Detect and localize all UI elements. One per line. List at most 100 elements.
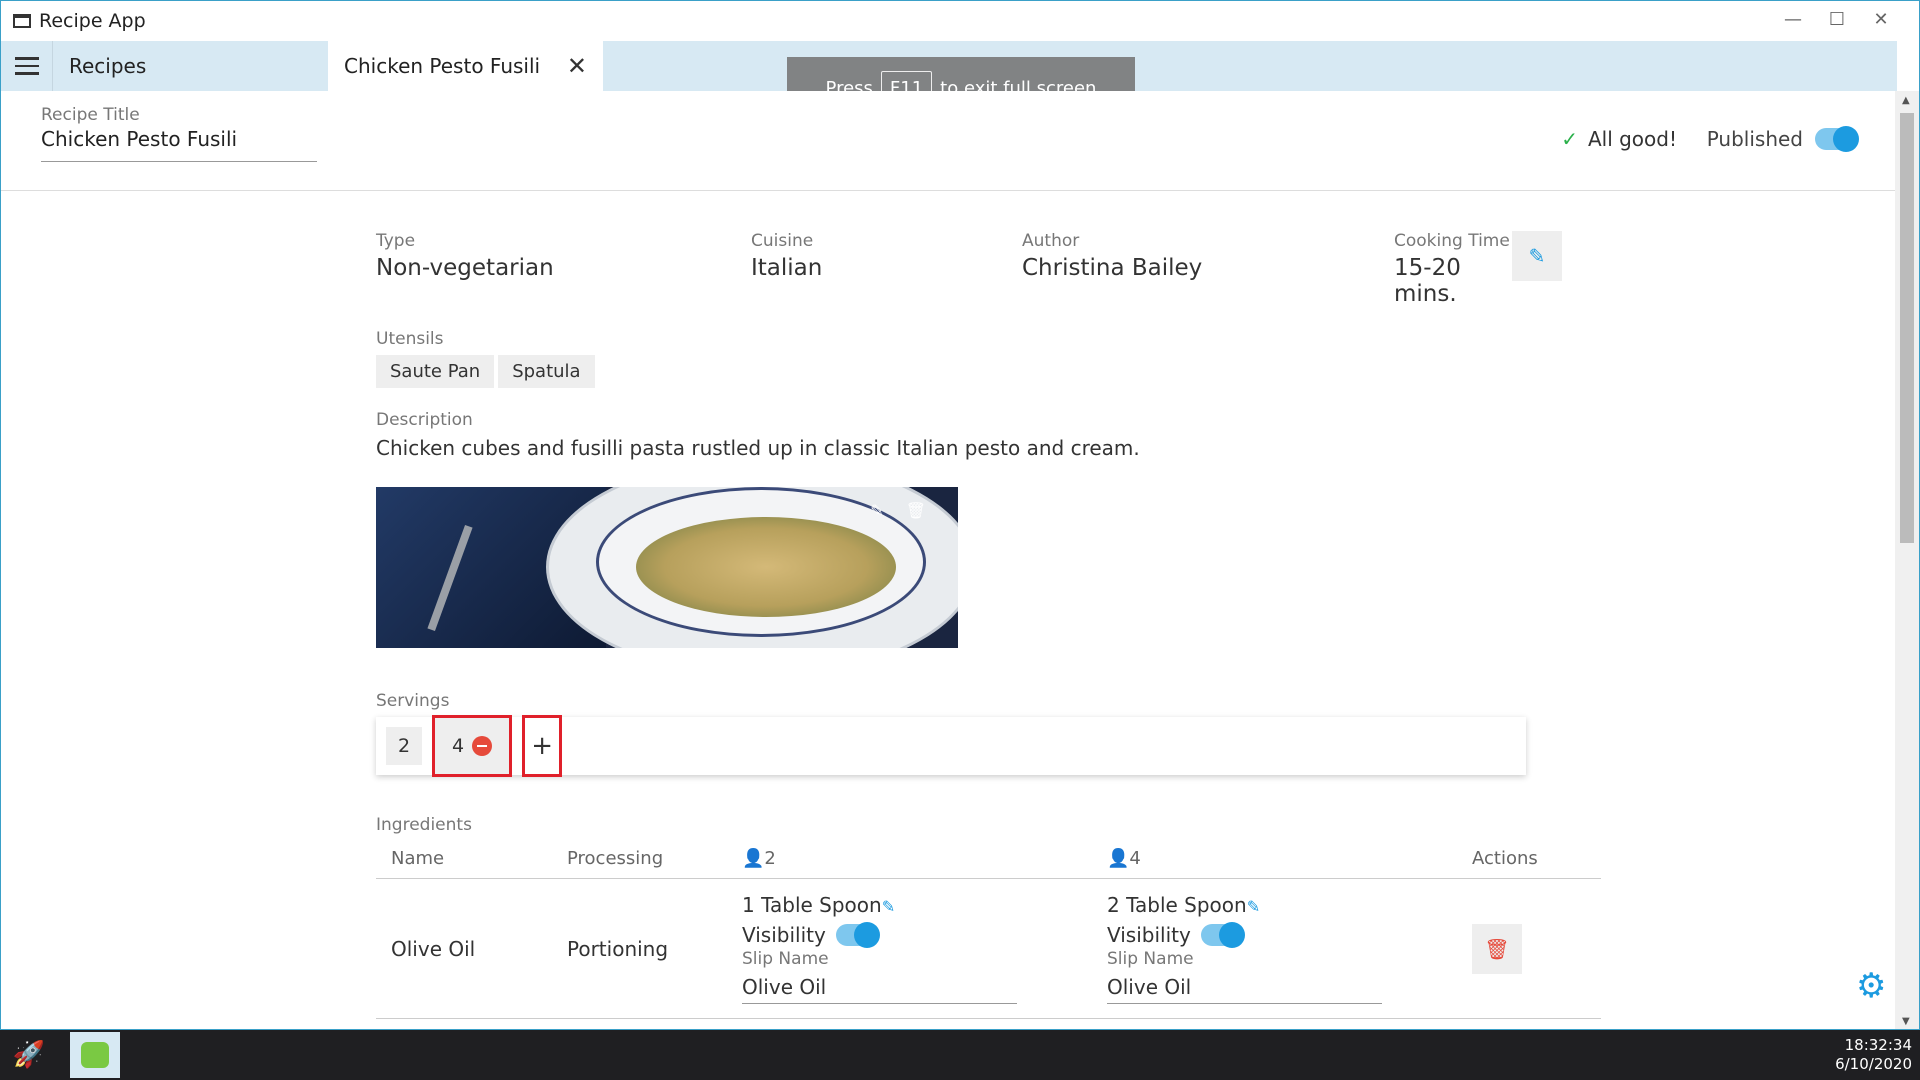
author-label: Author bbox=[1022, 231, 1080, 251]
visibility-2: Visibility bbox=[742, 922, 1107, 948]
slip-name-input[interactable]: Olive Oil bbox=[742, 975, 1017, 1004]
description-section: Description Chicken cubes and fusilli pa… bbox=[376, 410, 1606, 460]
pencil-icon: ✎ bbox=[1528, 244, 1546, 268]
amount-2[interactable]: 1 Table Spoon✎ bbox=[742, 893, 1107, 917]
utensils-section: Utensils Saute Pan Spatula bbox=[376, 329, 1606, 388]
col-name: Name bbox=[391, 848, 445, 869]
window-icon bbox=[13, 14, 31, 28]
visibility-4: Visibility bbox=[1107, 922, 1472, 948]
app-window: Recipe App — ☐ ✕ Recipes Chicken Pesto F… bbox=[0, 0, 1920, 1030]
published-toggle[interactable] bbox=[1815, 126, 1859, 152]
clock-date: 6/10/2020 bbox=[1835, 1055, 1912, 1073]
pasta-image bbox=[636, 517, 896, 617]
close-window-icon[interactable]: ✕ bbox=[1859, 9, 1903, 30]
recipe-title-label: Recipe Title bbox=[41, 105, 140, 125]
author-field: Author Christina Bailey bbox=[1022, 231, 1394, 307]
ingredients-label: Ingredients bbox=[376, 815, 472, 835]
utensil-chip: Spatula bbox=[498, 355, 595, 388]
description-label: Description bbox=[376, 410, 473, 430]
vertical-scrollbar[interactable]: ▲ ▼ bbox=[1895, 91, 1919, 1029]
cooking-time-field: Cooking Time 15-20 mins. bbox=[1394, 231, 1514, 307]
window-title: Recipe App bbox=[39, 10, 146, 32]
ingredient-processing: Portioning bbox=[567, 936, 669, 961]
cooking-time-label: Cooking Time bbox=[1394, 231, 1510, 251]
tab-recipes[interactable]: Recipes bbox=[53, 41, 328, 91]
scroll-up-icon[interactable]: ▲ bbox=[1902, 95, 1910, 106]
servings-2-cell: 1 Table Spoon✎ Visibility Slip Name Oliv… bbox=[742, 893, 1107, 1004]
tab-recipe-detail[interactable]: Chicken Pesto Fusili ✕ bbox=[328, 41, 603, 91]
pencil-icon[interactable]: ✎ bbox=[882, 897, 895, 916]
cooking-time-value: 15-20 mins. bbox=[1394, 255, 1461, 307]
table-row: Olive Oil Portioning 1 Table Spoon✎ Visi… bbox=[376, 879, 1601, 1019]
col-servings-2: 👤2 bbox=[742, 848, 1107, 869]
recipe-photo: ✎ 🗑 bbox=[376, 487, 958, 648]
recipe-header: Recipe Title Chicken Pesto Fusili ✓ All … bbox=[1, 91, 1897, 191]
utensil-chip: Saute Pan bbox=[376, 355, 495, 388]
cuisine-label: Cuisine bbox=[751, 231, 814, 251]
visibility-toggle[interactable] bbox=[835, 922, 880, 948]
remove-serving-icon[interactable] bbox=[472, 736, 493, 756]
col-processing: Processing bbox=[567, 848, 664, 869]
serving-chip-4-label: 4 bbox=[452, 735, 465, 757]
tab-recipe-detail-label: Chicken Pesto Fusili bbox=[344, 54, 541, 78]
slip-name-input[interactable]: Olive Oil bbox=[1107, 975, 1382, 1004]
app-icon bbox=[81, 1042, 109, 1068]
check-icon: ✓ bbox=[1561, 127, 1578, 151]
slip-name-label: Slip Name bbox=[1107, 949, 1194, 969]
published-label: Published bbox=[1706, 127, 1803, 151]
description-text: Chicken cubes and fusilli pasta rustled … bbox=[376, 436, 1140, 460]
edit-details-button[interactable]: ✎ bbox=[1512, 231, 1562, 281]
person-icon: 👤 bbox=[742, 848, 765, 869]
maximize-icon[interactable]: ☐ bbox=[1815, 9, 1859, 30]
clock: 18:32:34 6/10/2020 bbox=[1835, 1036, 1912, 1074]
col-servings-2-label: 2 bbox=[764, 848, 776, 869]
title-bar: Recipe App bbox=[1, 1, 1919, 41]
col-actions: Actions bbox=[1472, 848, 1538, 869]
amount-2-label: 1 Table Spoon bbox=[742, 893, 882, 917]
pencil-icon[interactable]: ✎ bbox=[1247, 897, 1260, 916]
col-servings-4: 👤4 bbox=[1107, 848, 1472, 869]
delete-ingredient-button[interactable]: 🗑 bbox=[1472, 923, 1522, 974]
ingredients-section: Ingredients Name Processing 👤2 👤4 Action… bbox=[376, 815, 1601, 1019]
visibility-toggle[interactable] bbox=[1200, 922, 1245, 948]
rocket-icon[interactable]: 🚀 bbox=[0, 1040, 58, 1070]
person-icon: 👤 bbox=[1107, 848, 1130, 869]
serving-chip-2[interactable]: 2 bbox=[386, 727, 423, 765]
visibility-2-label: Visibility bbox=[742, 923, 826, 947]
validation-status: ✓ All good! bbox=[1561, 127, 1677, 151]
close-tab-icon[interactable]: ✕ bbox=[567, 52, 587, 80]
ingredient-name: Olive Oil bbox=[391, 936, 476, 961]
delete-photo-icon[interactable]: 🗑 bbox=[906, 501, 926, 520]
visibility-4-label: Visibility bbox=[1107, 923, 1191, 947]
hamburger-menu-icon[interactable] bbox=[1, 41, 53, 91]
tab-recipes-label: Recipes bbox=[69, 54, 147, 78]
edit-photo-icon[interactable]: ✎ bbox=[870, 501, 883, 520]
scroll-down-icon[interactable]: ▼ bbox=[1902, 1016, 1910, 1027]
taskbar-recipe-app[interactable] bbox=[70, 1032, 120, 1078]
published-control: Published bbox=[1706, 126, 1859, 152]
servings-box: 2 4 + bbox=[376, 715, 1526, 777]
clock-time: 18:32:34 bbox=[1844, 1036, 1912, 1054]
servings-section: Servings 2 4 + bbox=[376, 691, 1526, 777]
add-serving-button[interactable]: + bbox=[522, 715, 563, 777]
type-value: Non-vegetarian bbox=[376, 255, 554, 281]
details-row: Type Non-vegetarian Cuisine Italian Auth… bbox=[376, 231, 1606, 307]
utensil-chips: Saute Pan Spatula bbox=[376, 355, 1606, 388]
type-label: Type bbox=[376, 231, 416, 251]
photo-actions: ✎ 🗑 bbox=[870, 501, 926, 520]
actions-cell: 🗑 bbox=[1472, 923, 1592, 974]
slip-name-label: Slip Name bbox=[742, 949, 829, 969]
minimize-icon[interactable]: — bbox=[1771, 9, 1815, 30]
recipe-title-input[interactable]: Chicken Pesto Fusili bbox=[41, 127, 317, 151]
ingredients-header: Name Processing 👤2 👤4 Actions bbox=[376, 839, 1601, 879]
scroll-thumb[interactable] bbox=[1900, 113, 1914, 543]
settings-gear-icon[interactable]: ⚙ bbox=[1856, 966, 1886, 1006]
trash-icon: 🗑 bbox=[1484, 936, 1510, 961]
taskbar: 🚀 18:32:34 6/10/2020 bbox=[0, 1030, 1920, 1080]
servings-label: Servings bbox=[376, 691, 450, 711]
serving-chip-4[interactable]: 4 bbox=[432, 715, 513, 777]
utensils-label: Utensils bbox=[376, 329, 444, 349]
amount-4-label: 2 Table Spoon bbox=[1107, 893, 1247, 917]
recipe-title-field[interactable]: Recipe Title Chicken Pesto Fusili bbox=[41, 105, 317, 162]
amount-4[interactable]: 2 Table Spoon✎ bbox=[1107, 893, 1472, 917]
